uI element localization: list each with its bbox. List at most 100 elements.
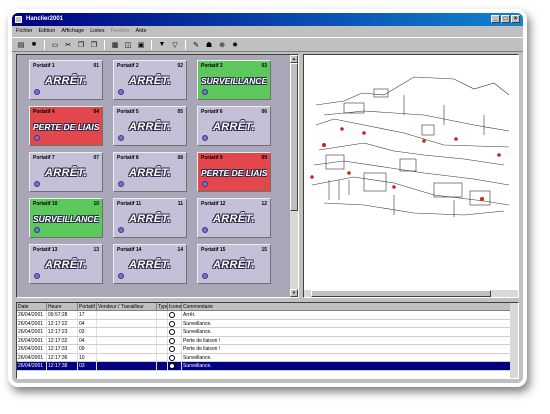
device-tile[interactable]: Portatif 3 03 SURVEILLANCE. bbox=[197, 60, 271, 100]
device-tile[interactable]: Portatif 15 15 ARRÊT. bbox=[197, 244, 271, 284]
device-tile[interactable]: Portatif 8 08 ARRÊT. bbox=[113, 152, 187, 192]
open-icon[interactable]: ▤ bbox=[16, 40, 26, 50]
app-icon bbox=[15, 16, 22, 23]
log-row[interactable]: 26/04/2001 12:17:33 09 Perte de liaison ! bbox=[17, 345, 518, 354]
menu-item-0[interactable]: Fichier bbox=[16, 26, 33, 37]
event-type-icon bbox=[169, 354, 175, 361]
device-tile[interactable]: Portatif 5 05 ARRÊT. bbox=[113, 106, 187, 146]
device-status: ARRÊT. bbox=[129, 167, 171, 179]
device-tile[interactable]: Portatif 13 13 ARRÊT. bbox=[29, 244, 103, 284]
device-tile[interactable]: Portatif 4 04 PERTE DE LIAISON bbox=[29, 106, 103, 146]
grid-icon[interactable]: ▦ bbox=[110, 40, 120, 50]
log-scrollbar[interactable] bbox=[510, 303, 518, 378]
close-button[interactable]: × bbox=[511, 15, 520, 23]
device-tile[interactable]: Portatif 12 12 ARRÊT. bbox=[197, 198, 271, 238]
device-status: ARRÊT. bbox=[213, 121, 255, 133]
log-row[interactable]: 26/04/2001 12:17:36 10 Surveillance. bbox=[17, 353, 518, 362]
scroll-down-arrow-icon[interactable]: ▼ bbox=[290, 289, 298, 297]
device-tile[interactable]: Portatif 2 02 ARRÊT. bbox=[113, 60, 187, 100]
device-tile[interactable]: Portatif 6 06 ARRÊT. bbox=[197, 106, 271, 146]
col-user[interactable]: Vendeur / Travailleur bbox=[97, 303, 157, 311]
minimize-button[interactable]: _ bbox=[491, 15, 500, 23]
col-portatif[interactable]: Portatif bbox=[78, 303, 97, 311]
log-row[interactable]: 26/04/2001 12:17:23 03 Surveillance. bbox=[17, 328, 518, 337]
status-led-icon bbox=[34, 135, 40, 141]
scroll-thumb[interactable] bbox=[290, 63, 298, 211]
cell-user bbox=[97, 328, 157, 336]
alarm-icon[interactable]: ✸ bbox=[230, 40, 240, 50]
cell-user bbox=[97, 311, 157, 319]
device-tile[interactable]: Portatif 11 11 ARRÊT. bbox=[113, 198, 187, 238]
cut-icon[interactable]: ✂ bbox=[63, 40, 73, 50]
cell-user bbox=[97, 336, 157, 344]
zoom-icon[interactable]: ⊕ bbox=[217, 40, 227, 50]
maximize-button[interactable]: □ bbox=[501, 15, 510, 23]
col-type[interactable]: Type bbox=[157, 303, 168, 311]
log-row[interactable]: 26/04/2001 09:57:28 17 Arrêt. bbox=[17, 311, 518, 320]
log-row[interactable]: 26/04/2001 12:17:22 04 Surveillance. bbox=[17, 319, 518, 328]
device-number: 04 bbox=[93, 109, 99, 115]
device-status: ARRÊT. bbox=[129, 259, 171, 271]
device-status: PERTE DE LIAISON bbox=[33, 122, 99, 132]
device-status: SURVEILLANCE. bbox=[33, 214, 99, 224]
cell-commentaire: Arrêt. bbox=[182, 311, 518, 319]
menu-item-2[interactable]: Affichage bbox=[61, 26, 84, 37]
plan-scrollbar[interactable] bbox=[304, 290, 518, 297]
device-number: 03 bbox=[261, 63, 267, 69]
cell-type bbox=[157, 336, 168, 344]
cell-type bbox=[157, 328, 168, 336]
cell-commentaire: Surveillance. bbox=[182, 362, 518, 370]
tool-icon[interactable]: ✎ bbox=[191, 40, 201, 50]
device-tile[interactable]: Portatif 10 10 SURVEILLANCE. bbox=[29, 198, 103, 238]
event-log: Date Heure Portatif Vendeur / Travailleu… bbox=[16, 302, 519, 379]
device-name: Portatif 9 bbox=[201, 155, 223, 161]
grid-scrollbar[interactable]: ▲ ▼ bbox=[290, 55, 298, 297]
view-icon[interactable]: ◫ bbox=[123, 40, 133, 50]
col-heure[interactable]: Heure bbox=[47, 303, 78, 311]
col-commentaire[interactable]: Commentaire bbox=[182, 303, 518, 311]
plan-scroll-thumb[interactable] bbox=[311, 290, 491, 297]
device-status: ARRÊT. bbox=[129, 213, 171, 225]
cell-commentaire: Perte de liaison ! bbox=[182, 345, 518, 353]
print-icon[interactable]: ▭ bbox=[50, 40, 60, 50]
device-name: Portatif 11 bbox=[117, 201, 142, 207]
status-led-icon bbox=[202, 135, 208, 141]
network-icon[interactable]: ☗ bbox=[204, 40, 214, 50]
title-bar[interactable]: Hanclier2001 _ □ × bbox=[12, 13, 523, 26]
cell-heure: 09:57:28 bbox=[47, 311, 78, 319]
device-tile[interactable]: Portatif 9 09 PERTE DE LIAISON bbox=[197, 152, 271, 192]
menu-item-3[interactable]: Listes bbox=[90, 26, 104, 37]
menu-bar: Fichier Edition Affichage Listes Fenêtre Aide bbox=[12, 26, 523, 37]
camera-icon[interactable]: ▣ bbox=[136, 40, 146, 50]
filter-off-icon[interactable]: ▽ bbox=[170, 40, 180, 50]
cell-date: 26/04/2001 bbox=[17, 336, 47, 344]
cell-portatif: 17 bbox=[78, 311, 97, 319]
cell-icone bbox=[168, 345, 182, 353]
device-number: 09 bbox=[261, 155, 267, 161]
status-led-icon bbox=[202, 273, 208, 279]
paste-icon[interactable]: ❒ bbox=[89, 40, 99, 50]
menu-item-5[interactable]: Aide bbox=[136, 26, 147, 37]
col-icone[interactable]: Icone bbox=[168, 303, 182, 311]
scroll-up-arrow-icon[interactable]: ▲ bbox=[290, 55, 298, 63]
status-led-icon bbox=[202, 227, 208, 233]
log-row[interactable]: 26/04/2001 12:17:38 03 Surveillance. bbox=[17, 362, 518, 371]
menu-item-4[interactable]: Fenêtre bbox=[111, 26, 130, 37]
log-row[interactable]: 26/04/2001 12:17:32 04 Perte de liaison ! bbox=[17, 336, 518, 345]
device-tile[interactable]: Portatif 7 07 ARRÊT. bbox=[29, 152, 103, 192]
device-status: PERTE DE LIAISON bbox=[201, 168, 267, 178]
cell-portatif: 09 bbox=[78, 345, 97, 353]
status-led-icon bbox=[34, 89, 40, 95]
copy-icon[interactable]: ❐ bbox=[76, 40, 86, 50]
save-icon[interactable]: ■ bbox=[29, 40, 39, 50]
device-number: 10 bbox=[93, 201, 99, 207]
menu-item-1[interactable]: Edition bbox=[39, 26, 56, 37]
col-date[interactable]: Date bbox=[17, 303, 47, 311]
device-tile[interactable]: Portatif 14 14 ARRÊT. bbox=[113, 244, 187, 284]
device-name: Portatif 13 bbox=[33, 247, 58, 253]
filter-icon[interactable]: ▼ bbox=[157, 40, 167, 50]
cell-commentaire: Perte de liaison ! bbox=[182, 336, 518, 344]
device-name: Portatif 10 bbox=[33, 201, 58, 207]
device-tile[interactable]: Portatif 1 01 ARRÊT. bbox=[29, 60, 103, 100]
device-number: 07 bbox=[93, 155, 99, 161]
